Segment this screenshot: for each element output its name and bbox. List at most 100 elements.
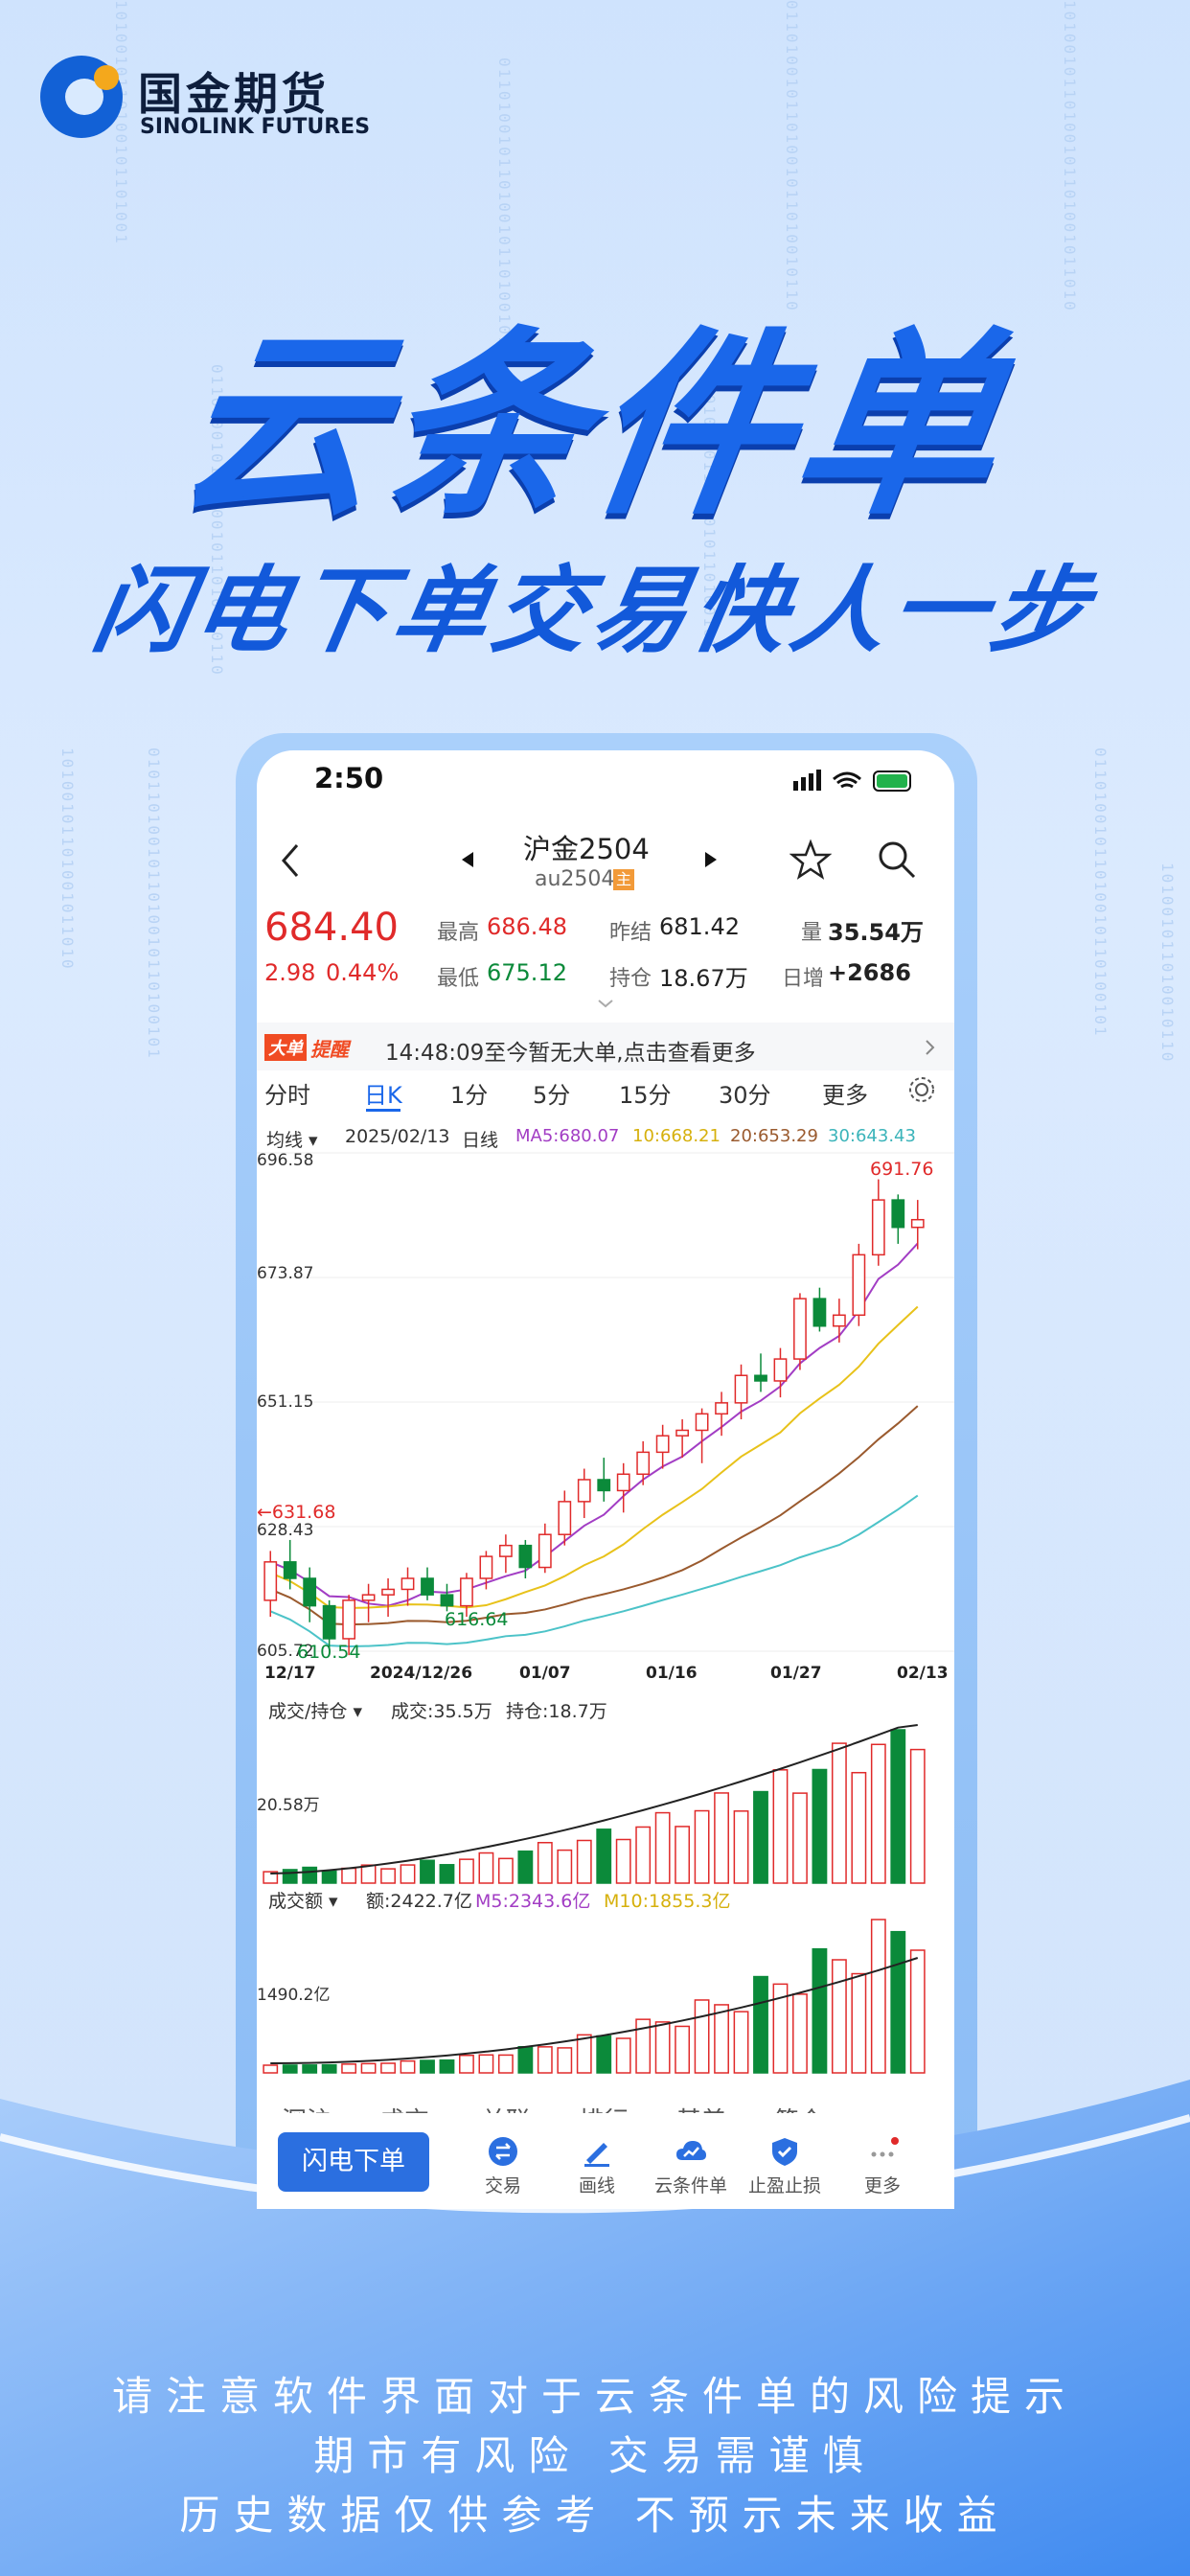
brand-logo: 国金期货 SINOLINK FUTURES	[40, 56, 385, 144]
volume-bar	[321, 1870, 337, 1884]
high-label: 最高	[437, 921, 480, 945]
phone-screen: 2:50 沪金2504 au2504 主 684.40 2.98 0.44% 最…	[257, 750, 954, 2207]
low-value: 675.12	[487, 959, 567, 986]
binary-decoration: 01101001011010010110100101	[1091, 748, 1110, 1038]
toolbar-cloud-order[interactable]: 云条件单	[648, 2135, 734, 2197]
tab-more[interactable]: 更多	[822, 1076, 868, 1110]
candlestick-chart[interactable]	[257, 1143, 954, 1747]
tab-30min[interactable]: 30分	[719, 1076, 771, 1110]
tab-15min[interactable]: 15分	[619, 1076, 672, 1110]
volume-bar	[831, 1959, 847, 2074]
status-time: 2:50	[314, 762, 384, 794]
volume-bar	[302, 1866, 318, 1884]
candle	[754, 1374, 767, 1382]
prev-settle-value: 681.42	[659, 913, 740, 940]
amt-mode-label: 成交额	[268, 1891, 324, 1912]
binary-decoration: 10100101101001011010	[58, 748, 77, 971]
volume-bar	[851, 1771, 867, 1884]
volume-bar	[812, 1768, 828, 1884]
more-dots-icon	[871, 2137, 899, 2157]
low-label: 最低	[437, 967, 480, 991]
ma20-line	[269, 1405, 919, 1626]
x-tick-label: 2024/12/26	[370, 1664, 473, 1683]
tab-daily-k[interactable]: 日K	[364, 1076, 402, 1110]
toolbar-stop-label: 止盈止损	[747, 2175, 821, 2196]
candle	[342, 1599, 356, 1640]
volume-bar	[792, 1792, 808, 1884]
high-value: 686.48	[487, 913, 567, 940]
candle	[283, 1561, 297, 1579]
volume-bar	[753, 1790, 768, 1884]
binary-decoration: 101001011010010110	[1158, 862, 1177, 1064]
x-tick-label: 12/17	[264, 1664, 316, 1683]
alert-text: 14:48:09至今暂无大单,点击查看更多	[385, 1041, 756, 1066]
volume-bar	[870, 1743, 886, 1884]
toolbar-stop-profit-loss[interactable]: 止盈止损	[742, 2135, 828, 2197]
candle	[558, 1501, 572, 1535]
prev-contract-icon[interactable]	[458, 848, 477, 871]
volume-bar	[400, 1864, 416, 1884]
chart-settings-gear-icon[interactable]	[906, 1074, 937, 1105]
volume-bar	[478, 1852, 494, 1884]
mid-annotation: ←631.68	[257, 1502, 336, 1523]
toolbar-draw[interactable]: 画线	[554, 2135, 640, 2197]
candle	[715, 1402, 728, 1415]
volume-bar	[576, 1839, 592, 1884]
trade-icon	[489, 2137, 517, 2166]
candle	[421, 1577, 434, 1596]
candle	[655, 1435, 670, 1454]
favorite-star-icon[interactable]	[790, 839, 832, 881]
candle	[695, 1413, 709, 1432]
volume-bar	[459, 1858, 474, 1884]
volume-bar	[380, 1868, 396, 1884]
candle	[616, 1473, 630, 1492]
toolbar-trade[interactable]: 交易	[460, 2135, 546, 2197]
toolbar-more[interactable]: 更多	[839, 2135, 926, 2197]
next-contract-icon[interactable]	[701, 848, 721, 871]
back-icon[interactable]	[276, 841, 305, 880]
candle	[518, 1544, 533, 1569]
flash-order-button[interactable]: 闪电下单	[278, 2132, 429, 2192]
disclaimer-line: 请注意软件界面对于云条件单的风险提示	[111, 2373, 1078, 2420]
volume-bar	[753, 1975, 768, 2074]
volume-bar	[831, 1742, 847, 1884]
volume-bar	[596, 1828, 612, 1884]
amt-mode-selector[interactable]: 成交额 ▾	[268, 1887, 338, 1913]
volume-bar	[890, 1729, 906, 1884]
candle	[400, 1577, 415, 1591]
oi-change-value: +2686	[828, 959, 911, 986]
candle	[891, 1199, 905, 1229]
volume-bar	[420, 1859, 435, 1884]
candle	[734, 1374, 748, 1404]
volume-bar	[733, 1810, 749, 1884]
volume-bar	[557, 1849, 573, 1884]
volume-bar	[615, 1838, 631, 1884]
price-change-pct: 0.44%	[326, 959, 400, 986]
volume-bar	[694, 1809, 710, 1884]
volume-bar	[890, 1930, 906, 2074]
volume-bar	[360, 1864, 377, 1884]
candle	[812, 1298, 827, 1327]
risk-disclaimer: 请注意软件界面对于云条件单的风险提示 期市有风险 交易需谨慎 历史数据仅供参考 …	[0, 2367, 1190, 2545]
y-tick-label: 673.87	[257, 1264, 314, 1283]
contract-title: 沪金2504	[523, 833, 650, 865]
tab-timeshare[interactable]: 分时	[264, 1076, 310, 1110]
tab-5min[interactable]: 5分	[533, 1076, 570, 1110]
brand-name-en: SINOLINK FUTURES	[140, 115, 371, 139]
search-icon[interactable]	[876, 839, 918, 881]
candle	[910, 1218, 925, 1229]
volume-value: 35.54万	[828, 919, 924, 946]
amount-chart[interactable]	[257, 1910, 954, 2079]
volume-bar	[909, 1949, 926, 2074]
candle	[871, 1199, 885, 1256]
volume-chart[interactable]	[257, 1718, 954, 1889]
candle	[460, 1577, 473, 1607]
toolbar-cloud-order-label: 云条件单	[653, 2175, 727, 2196]
prev-settle-label: 昨结	[609, 921, 652, 945]
tab-1min[interactable]: 1分	[450, 1076, 488, 1110]
candle	[263, 1561, 278, 1601]
volume-bar	[537, 1841, 553, 1884]
expand-chevron-icon[interactable]	[596, 998, 615, 1009]
volume-bar	[772, 1769, 789, 1884]
candle	[675, 1429, 690, 1437]
